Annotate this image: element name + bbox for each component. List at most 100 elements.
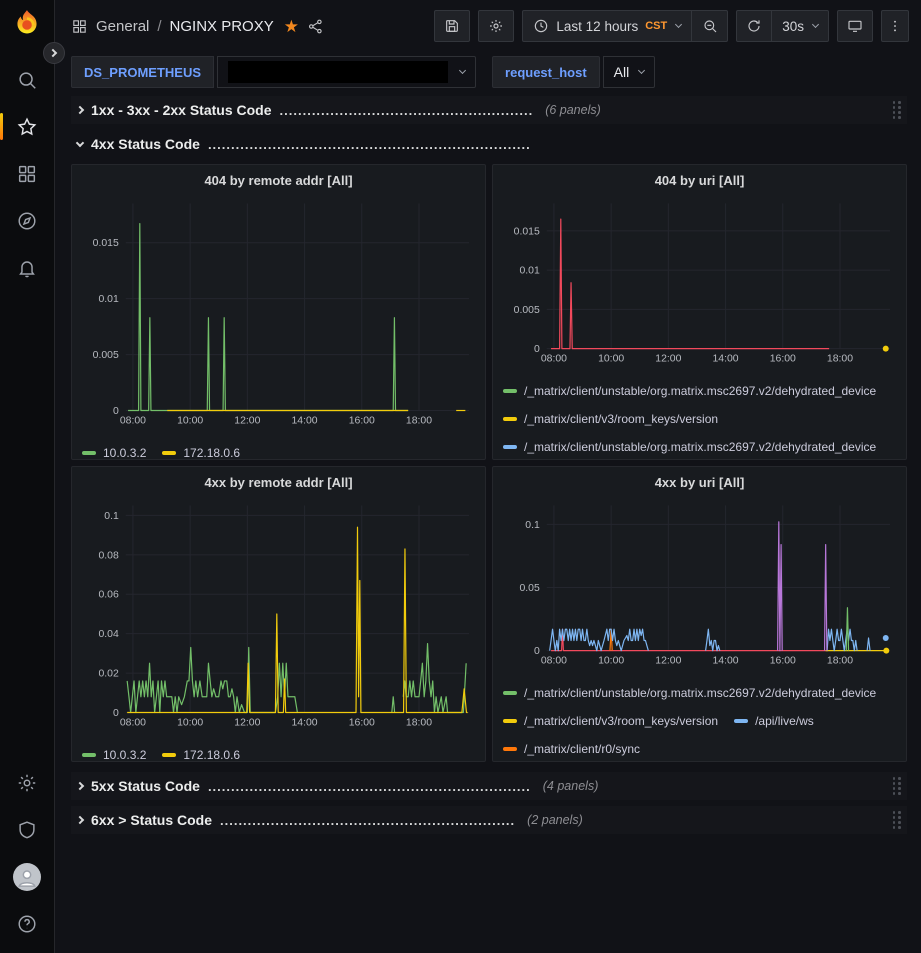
row-title-dots: ........................................… — [220, 813, 515, 828]
sidebar-bottom-nav — [0, 759, 55, 947]
panel-4xx-by-uri: 4xx by uri [All] 08:0010:0012:0014:0016:… — [492, 466, 907, 762]
panel-title[interactable]: 404 by uri [All] — [501, 165, 898, 195]
save-dashboard-button[interactable] — [434, 10, 470, 42]
request-host-variable-value[interactable]: All — [603, 56, 656, 88]
legend-swatch — [162, 451, 176, 455]
legend-item[interactable]: 10.0.3.2 — [82, 440, 146, 460]
panel-title[interactable]: 4xx by uri [All] — [501, 467, 898, 497]
time-series-chart[interactable]: 08:0010:0012:0014:0016:0018:0000.0050.01… — [501, 195, 898, 367]
legend-item[interactable]: /_matrix/client/unstable/org.matrix.msc2… — [503, 434, 876, 460]
dashboard-settings-button[interactable] — [478, 10, 514, 42]
sidebar — [0, 0, 55, 953]
legend-item[interactable]: 172.18.0.6 — [162, 742, 240, 762]
svg-text:0.1: 0.1 — [525, 520, 540, 531]
svg-text:0.02: 0.02 — [98, 669, 119, 680]
panel-404-by-uri: 404 by uri [All] 08:0010:0012:0014:0016:… — [492, 164, 907, 460]
legend-swatch — [82, 753, 96, 757]
legend-item[interactable]: /api/live/ws — [734, 708, 814, 734]
legend-label: /_matrix/client/unstable/org.matrix.msc2… — [524, 680, 876, 706]
chevron-down-icon — [638, 67, 645, 74]
svg-text:0: 0 — [113, 406, 119, 417]
sidebar-item-server-admin[interactable] — [0, 806, 55, 853]
svg-text:0.08: 0.08 — [98, 550, 119, 561]
compass-icon — [16, 210, 38, 232]
sidebar-item-profile[interactable] — [0, 853, 55, 900]
legend-swatch — [503, 719, 517, 723]
legend-label: 10.0.3.2 — [103, 440, 146, 460]
favorite-star-icon[interactable]: ★ — [284, 18, 299, 35]
help-icon — [16, 913, 38, 935]
legend-swatch — [503, 691, 517, 695]
svg-text:0.015: 0.015 — [93, 238, 119, 249]
panel-title[interactable]: 404 by remote addr [All] — [80, 165, 477, 195]
datasource-variable-label: DS_PROMETHEUS — [71, 56, 214, 88]
legend-label: 172.18.0.6 — [183, 742, 240, 762]
refresh-button[interactable] — [736, 10, 772, 42]
panel-legend: /_matrix/client/unstable/org.matrix.msc2… — [501, 674, 898, 762]
datasource-variable-value[interactable] — [217, 56, 476, 88]
share-icon[interactable] — [307, 18, 324, 35]
svg-text:08:00: 08:00 — [120, 717, 146, 728]
legend-item[interactable]: /_matrix/client/r0/sync — [503, 736, 640, 762]
time-picker-group: Last 12 hours CST — [522, 10, 728, 42]
more-options-button[interactable] — [881, 10, 909, 42]
sidebar-item-starred[interactable] — [0, 103, 55, 150]
kebab-menu-icon — [887, 18, 903, 34]
panel-legend: 10.0.3.2 172.18.0.6 — [80, 736, 477, 762]
tv-icon — [847, 18, 863, 34]
row-header-6xx[interactable]: 6xx > Status Code ......................… — [71, 806, 907, 834]
request-host-variable-label: request_host — [492, 56, 600, 88]
svg-text:0.015: 0.015 — [514, 226, 540, 237]
svg-text:0.1: 0.1 — [104, 511, 119, 522]
legend-label: /_matrix/client/v3/room_keys/version — [524, 708, 718, 734]
time-range-picker[interactable]: Last 12 hours CST — [522, 10, 692, 42]
save-icon — [444, 18, 460, 34]
row-drag-handle[interactable] — [893, 101, 902, 119]
dashboard-title[interactable]: NGINX PROXY — [170, 18, 274, 35]
sidebar-item-alerting[interactable] — [0, 244, 55, 291]
row-header-1xx-3xx-2xx[interactable]: 1xx - 3xx - 2xx Status Code ............… — [71, 96, 907, 124]
zoom-out-time-button[interactable] — [692, 10, 728, 42]
sidebar-item-dashboards[interactable] — [0, 150, 55, 197]
row-drag-handle[interactable] — [893, 811, 902, 829]
row-drag-handle[interactable] — [893, 777, 902, 795]
legend-item[interactable]: /_matrix/client/v3/room_keys/version — [503, 708, 718, 734]
sidebar-item-explore[interactable] — [0, 197, 55, 244]
time-series-chart[interactable]: 08:0010:0012:0014:0016:0018:0000.020.040… — [80, 497, 477, 731]
legend-swatch — [503, 747, 517, 751]
row-title: 1xx - 3xx - 2xx Status Code — [91, 102, 272, 118]
legend-item[interactable]: 172.18.0.6 — [162, 440, 240, 460]
legend-label: /_matrix/client/unstable/org.matrix.msc2… — [524, 434, 876, 460]
breadcrumb-folder[interactable]: General — [96, 18, 149, 35]
row-header-4xx[interactable]: 4xx Status Code ........................… — [71, 130, 907, 158]
svg-text:18:00: 18:00 — [827, 354, 853, 365]
svg-text:12:00: 12:00 — [655, 656, 681, 667]
grafana-logo[interactable] — [10, 8, 44, 42]
svg-text:10:00: 10:00 — [177, 717, 203, 728]
breadcrumb-separator: / — [157, 18, 161, 35]
row-title-dots: ........................................… — [208, 779, 531, 794]
sidebar-item-configuration[interactable] — [0, 759, 55, 806]
svg-text:12:00: 12:00 — [655, 354, 681, 365]
legend-item[interactable]: /_matrix/client/unstable/org.matrix.msc2… — [503, 378, 876, 404]
refresh-interval-picker[interactable]: 30s — [772, 10, 829, 42]
row-panel-count: (6 panels) — [545, 103, 601, 117]
legend-item[interactable]: /_matrix/client/unstable/org.matrix.msc2… — [503, 680, 876, 706]
sidebar-item-search[interactable] — [0, 56, 55, 103]
sidebar-item-help[interactable] — [0, 900, 55, 947]
legend-item[interactable]: 10.0.3.2 — [82, 742, 146, 762]
cycle-view-mode-button[interactable] — [837, 10, 873, 42]
legend-item[interactable]: /_matrix/client/v3/room_keys/version — [503, 406, 718, 432]
panel-404-by-remote-addr: 404 by remote addr [All] 08:0010:0012:00… — [71, 164, 486, 460]
panel-4xx-by-remote-addr: 4xx by remote addr [All] 08:00 10:00 12:00… — [71, 466, 486, 762]
time-series-chart[interactable]: 08:0010:0012:0014:0016:0018:0000.0050.01… — [80, 195, 477, 429]
redacted-datasource-value — [228, 61, 448, 83]
svg-text:12:00: 12:00 — [234, 717, 260, 728]
apps-grid-icon — [71, 18, 88, 35]
panel-grid: 404 by remote addr [All] 08:0010:0012:00… — [71, 164, 907, 762]
time-series-chart[interactable]: 08:0010:0012:0014:0016:0018:0000.050.1 — [501, 497, 898, 669]
svg-text:0.06: 0.06 — [98, 590, 119, 601]
sidebar-expand-button[interactable] — [43, 42, 65, 64]
panel-title[interactable]: 4xx by remote addr [All] — [80, 467, 477, 497]
row-header-5xx[interactable]: 5xx Status Code ........................… — [71, 772, 907, 800]
